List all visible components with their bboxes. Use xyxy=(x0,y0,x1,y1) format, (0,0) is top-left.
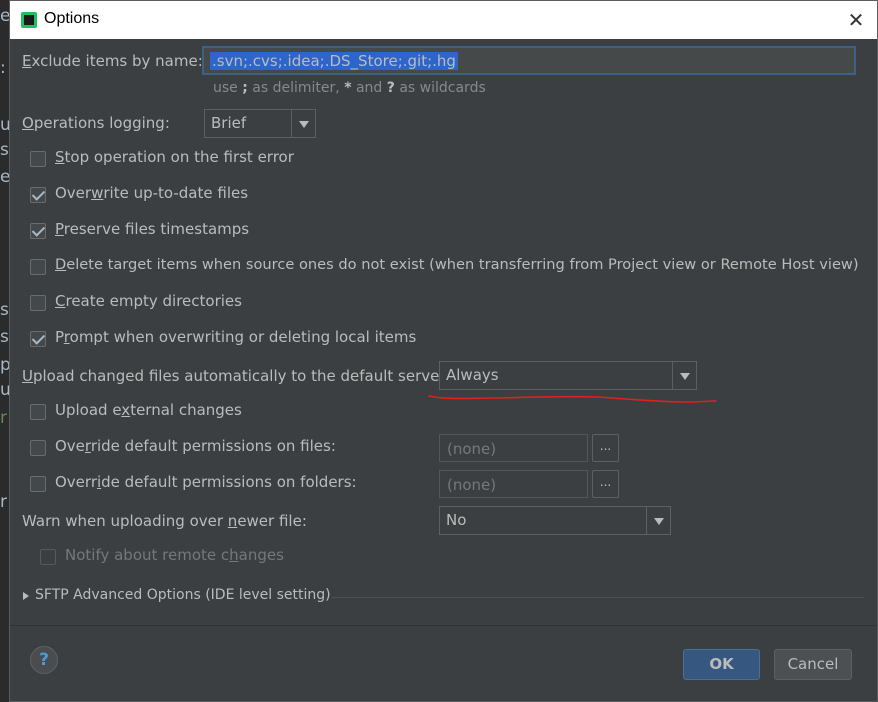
mnemonic: U xyxy=(22,367,33,385)
chevron-down-icon xyxy=(646,507,670,534)
checkbox-label: Preserve files timestamps xyxy=(55,220,249,238)
checkbox-label: Prompt when overwriting or deleting loca… xyxy=(55,328,416,346)
upload-auto-value: Always xyxy=(446,366,499,384)
hint-part: ? xyxy=(386,80,395,96)
checkbox-label: Override default permissions on files: xyxy=(55,437,336,455)
checkbox-label: Delete target items when source ones do … xyxy=(55,256,859,273)
mnemonic: S xyxy=(55,148,65,166)
warn-newer-select[interactable]: No xyxy=(439,506,671,535)
upload-auto-select[interactable]: Always xyxy=(439,361,697,390)
label-text: ompt when overwriting or deleting local … xyxy=(69,328,417,346)
close-button[interactable]: ✕ xyxy=(843,7,869,33)
label-text: Notify about remote c xyxy=(65,546,230,564)
mnemonic: h xyxy=(229,546,239,564)
folder-permissions-value: (none) xyxy=(447,476,497,494)
checkbox-box[interactable] xyxy=(30,187,46,203)
upload-auto-label: Upload changed files automatically to th… xyxy=(22,367,446,385)
label-text: ewer file: xyxy=(237,512,307,530)
bg-char: s xyxy=(0,300,9,320)
exclude-items-label: Exclude items by name: xyxy=(22,52,203,70)
mnemonic: x xyxy=(121,401,131,419)
bg-char: : xyxy=(0,58,6,78)
mnemonic: C xyxy=(55,292,66,310)
browse-file-permissions-button[interactable]: ... xyxy=(592,434,619,462)
mnemonic: O xyxy=(22,114,34,132)
operations-logging-label: Operations logging: xyxy=(22,114,170,132)
bg-char: r xyxy=(0,408,7,428)
label-text: top operation on the first error xyxy=(64,148,294,166)
mnemonic: D xyxy=(55,256,67,273)
checkbox-label: Upload external changes xyxy=(55,401,242,419)
label-text: anges xyxy=(238,546,284,564)
label-text: P xyxy=(55,328,64,346)
checkbox-box xyxy=(40,549,56,565)
chevron-down-icon xyxy=(672,362,696,389)
checkbox-box[interactable] xyxy=(30,259,46,275)
checkbox-label: Notify about remote changes xyxy=(65,546,284,564)
footer-divider xyxy=(10,625,877,626)
hint-part: as delimiter, xyxy=(247,80,345,96)
cancel-button[interactable]: Cancel xyxy=(774,649,852,680)
label-text: ternal changes xyxy=(130,401,242,419)
ok-button[interactable]: OK xyxy=(683,649,760,680)
operations-logging-select[interactable]: Brief xyxy=(204,109,316,138)
bg-char: s xyxy=(0,140,9,160)
checkbox-box[interactable] xyxy=(30,331,46,347)
checkbox-box[interactable] xyxy=(30,476,46,492)
mnemonic: w xyxy=(91,184,104,202)
sftp-advanced-options-toggle[interactable]: SFTP Advanced Options (IDE level setting… xyxy=(22,587,864,607)
mnemonic: n xyxy=(227,512,238,530)
label-text: Upload e xyxy=(55,401,122,419)
operations-logging-value: Brief xyxy=(211,114,247,132)
window-title: Options xyxy=(44,10,100,27)
label-text: ride default permissions on files: xyxy=(90,437,336,455)
bg-char: r xyxy=(0,492,7,512)
warn-newer-value: No xyxy=(446,511,467,529)
checkbox-label: Overwrite up-to-date files xyxy=(55,184,248,202)
checkbox-box[interactable] xyxy=(30,151,46,167)
options-dialog: Options ✕ Exclude items by name: .svn;.c… xyxy=(9,0,878,702)
label-text: Overr xyxy=(55,473,97,491)
red-underline-annotation xyxy=(428,395,717,403)
label-text: perations logging: xyxy=(33,114,170,132)
warn-newer-label: Warn when uploading over newer file: xyxy=(22,512,307,530)
exclude-hint: use ; as delimiter, * and ? as wildcards xyxy=(213,80,486,96)
checkbox-box[interactable] xyxy=(30,223,46,239)
bg-char: s xyxy=(0,327,9,347)
exclude-items-input[interactable]: .svn;.cvs;.idea;.DS_Store;.git;.hg xyxy=(202,46,856,75)
checkbox-box[interactable] xyxy=(30,404,46,420)
checkbox-box[interactable] xyxy=(30,440,46,456)
checkbox-label: Override default permissions on folders: xyxy=(55,473,357,491)
chevron-down-icon xyxy=(291,110,315,137)
label-text: xclude items by name: xyxy=(31,52,203,70)
expand-triangle-icon xyxy=(23,592,29,600)
help-button[interactable]: ? xyxy=(30,646,58,674)
label-text: reate empty directories xyxy=(65,292,242,310)
label-text: elete target items when source ones do n… xyxy=(66,256,859,273)
exclude-items-value: .svn;.cvs;.idea;.DS_Store;.git;.hg xyxy=(210,52,458,70)
label-text: pload changed files automatically to the… xyxy=(32,367,446,385)
label-text: Warn when uploading over xyxy=(22,512,228,530)
label-text: Ove xyxy=(55,437,85,455)
browse-folder-permissions-button[interactable]: ... xyxy=(592,470,619,498)
pycharm-app-icon xyxy=(21,12,37,28)
file-permissions-field: (none) xyxy=(439,434,588,462)
divider xyxy=(332,597,864,598)
file-permissions-value: (none) xyxy=(447,440,497,458)
sftp-advanced-options-label: SFTP Advanced Options (IDE level setting… xyxy=(35,587,331,603)
hint-part: * xyxy=(344,80,352,96)
label-text: rite up-to-date files xyxy=(103,184,249,202)
hint-part: use xyxy=(213,80,243,96)
folder-permissions-field: (none) xyxy=(439,470,588,498)
hint-part: and xyxy=(351,80,387,96)
label-text: Over xyxy=(55,184,92,202)
label-text: reserve files timestamps xyxy=(63,220,250,238)
mnemonic: P xyxy=(55,220,64,238)
checkbox-label: Create empty directories xyxy=(55,292,242,310)
checkbox-label: Stop operation on the first error xyxy=(55,148,294,166)
title-bar: Options ✕ xyxy=(10,1,877,39)
checkbox-box[interactable] xyxy=(30,295,46,311)
hint-part: as wildcards xyxy=(394,80,486,96)
label-text: de default permissions on folders: xyxy=(101,473,357,491)
